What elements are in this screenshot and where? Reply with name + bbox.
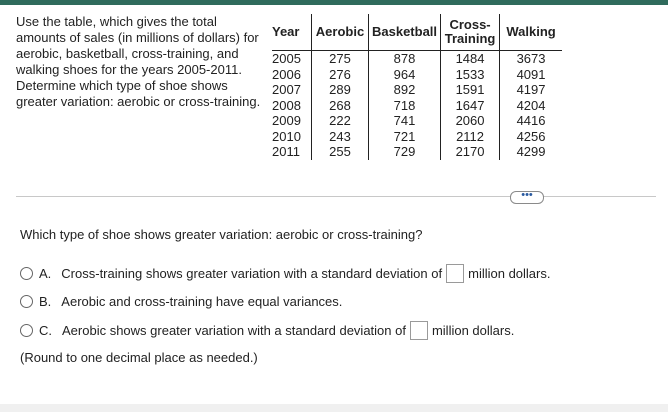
option-unit: million dollars. xyxy=(468,266,551,281)
option-letter: C. xyxy=(39,323,52,338)
cell-walking: 4091 xyxy=(499,66,563,82)
option-text: Cross-training shows greater variation w… xyxy=(61,266,443,281)
cell-year: 2007 xyxy=(272,82,301,97)
header-basketball: Basketball xyxy=(367,14,441,51)
table-row: 2011 255 729 2170 4299 xyxy=(272,144,563,160)
option-unit: million dollars. xyxy=(431,323,515,338)
problem-line: greater variation: aerobic or cross-trai… xyxy=(16,94,261,109)
table-row: 2010 243 721 2112 4256 xyxy=(272,128,563,144)
cell-aerobic: 243 xyxy=(311,128,369,144)
cell-year: 2010 xyxy=(272,128,301,144)
cell-basketball: 878 xyxy=(367,50,441,67)
cell-cross-training: 1591 xyxy=(440,82,500,98)
header-year: Year xyxy=(272,14,312,51)
sales-table: Year Aerobic Basketball Cross- Training … xyxy=(272,14,563,160)
cell-walking: 3673 xyxy=(499,50,563,67)
table-row: 2008 268 718 1647 4204 xyxy=(272,97,563,113)
cell-cross-training: 1533 xyxy=(440,66,500,82)
cell-basketball: 741 xyxy=(367,113,441,129)
header-walking: Walking xyxy=(499,14,563,51)
cell-walking: 4299 xyxy=(499,144,563,160)
rounding-note: (Round to one decimal place as needed.) xyxy=(20,350,258,365)
option-b[interactable]: B. Aerobic and cross-training have equal… xyxy=(20,294,342,309)
cell-walking: 4256 xyxy=(499,128,563,144)
cell-aerobic: 289 xyxy=(311,82,369,98)
option-a[interactable]: A. Cross-training shows greater variatio… xyxy=(20,264,550,283)
cell-aerobic: 255 xyxy=(311,144,369,160)
cell-cross-training: 1484 xyxy=(440,50,500,67)
cell-aerobic: 222 xyxy=(311,113,369,129)
cell-year: 2008 xyxy=(272,97,301,113)
problem-line: walking shoes for the years 2005-2011. xyxy=(16,62,242,77)
table-row: 2006 276 964 1533 4091 xyxy=(272,66,563,82)
table-row: 2009 222 741 2060 4416 xyxy=(272,113,563,129)
cell-cross-training: 1647 xyxy=(440,97,500,113)
cell-aerobic: 276 xyxy=(311,66,369,82)
radio-button-a[interactable] xyxy=(20,267,33,280)
radio-button-c[interactable] xyxy=(20,324,33,337)
cell-aerobic: 275 xyxy=(311,50,369,67)
section-divider xyxy=(16,196,656,197)
header-aerobic: Aerobic xyxy=(311,14,369,51)
bottom-bar xyxy=(0,404,668,412)
cell-basketball: 729 xyxy=(367,144,441,160)
answer-input-c[interactable] xyxy=(409,321,428,340)
option-letter: B. xyxy=(39,294,52,309)
cell-year: 2009 xyxy=(272,113,301,128)
cell-walking: 4204 xyxy=(499,97,563,113)
problem-line: Determine which type of shoe shows xyxy=(16,78,228,93)
header-cross-training: Cross- Training xyxy=(440,14,500,51)
problem-line: Use the table, which gives the total xyxy=(16,14,217,29)
cell-cross-training: 2112 xyxy=(440,128,500,144)
cell-basketball: 721 xyxy=(367,128,441,144)
top-accent-bar xyxy=(0,0,668,5)
option-c[interactable]: C. Aerobic shows greater variation with … xyxy=(20,321,514,340)
cell-cross-training: 2170 xyxy=(440,144,500,160)
more-options-button[interactable]: ••• xyxy=(510,190,544,204)
cell-cross-training: 2060 xyxy=(440,113,500,129)
answer-input-a[interactable] xyxy=(446,264,465,283)
header-cross-line1: Cross- xyxy=(449,17,491,32)
option-letter: A. xyxy=(39,266,52,281)
cell-year: 2006 xyxy=(272,66,301,82)
table-row: 2005 275 878 1484 3673 xyxy=(272,50,563,67)
problem-line: aerobic, basketball, cross-training, and xyxy=(16,46,239,61)
cell-walking: 4416 xyxy=(499,113,563,129)
cell-year: 2005 xyxy=(272,51,301,66)
cell-aerobic: 268 xyxy=(311,97,369,113)
option-text: Aerobic and cross-training have equal va… xyxy=(61,294,343,309)
table-row: 2007 289 892 1591 4197 xyxy=(272,82,563,98)
cell-basketball: 718 xyxy=(367,97,441,113)
option-text: Aerobic shows greater variation with a s… xyxy=(62,323,406,338)
question-text: Which type of shoe shows greater variati… xyxy=(20,227,423,242)
problem-statement: Use the table, which gives the total amo… xyxy=(16,14,276,110)
problem-line: amounts of sales (in millions of dollars… xyxy=(16,30,259,45)
cell-basketball: 964 xyxy=(367,66,441,82)
cell-walking: 4197 xyxy=(499,82,563,98)
cell-basketball: 892 xyxy=(367,82,441,98)
cell-year: 2011 xyxy=(272,144,300,159)
radio-button-b[interactable] xyxy=(20,295,33,308)
header-cross-line2: Training xyxy=(444,31,496,46)
table-header-row: Year Aerobic Basketball Cross- Training … xyxy=(272,14,563,51)
